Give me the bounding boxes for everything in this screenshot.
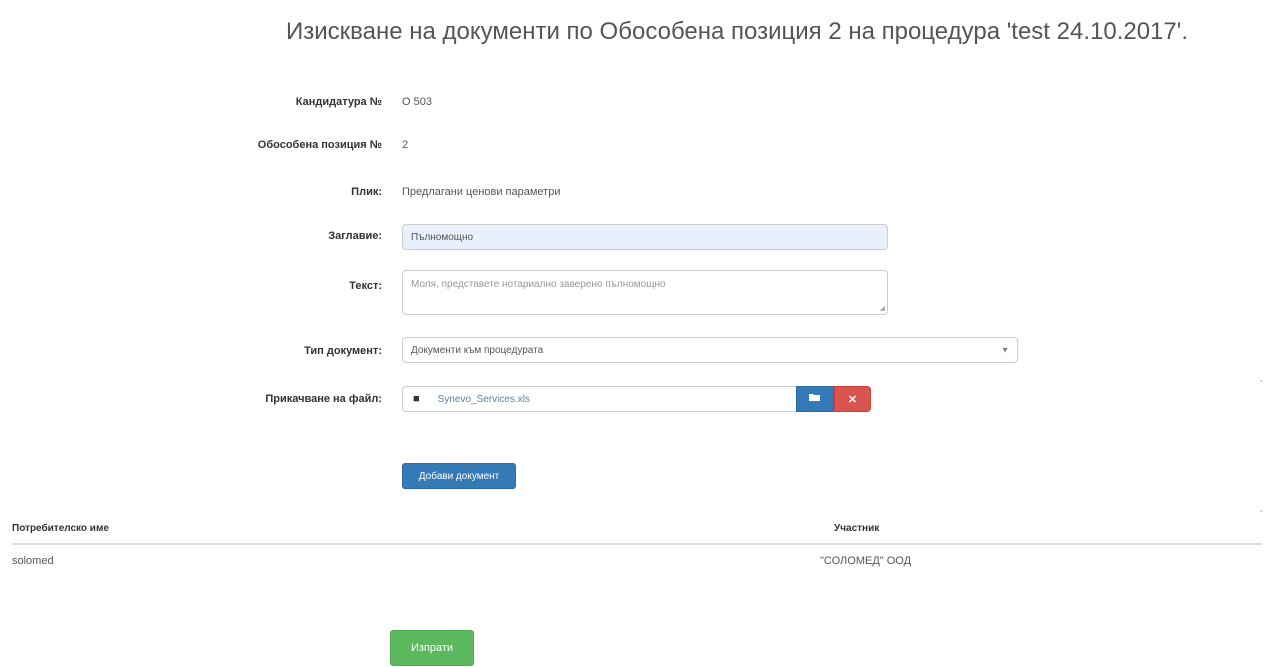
lot-value: 2: [402, 139, 409, 151]
page-title: Изискване на документи по Обособена пози…: [286, 18, 1189, 45]
text-textarea[interactable]: Моля, представете нотариално заверено пъ…: [402, 270, 888, 315]
edge-divider: [1260, 380, 1263, 382]
file-name: Synevo_Services.xls: [437, 393, 530, 405]
candidacy-label: Кандидатура №: [295, 96, 382, 108]
title-label: Заглавие:: [328, 230, 382, 242]
envelope-label: Плик:: [351, 186, 382, 198]
page: Изискване на документи по Обособена пози…: [0, 0, 1265, 667]
add-document-button[interactable]: Добави документ: [402, 463, 516, 489]
doc-type-selected: Документи към процедурата: [411, 344, 544, 356]
browse-file-button[interactable]: [796, 386, 834, 412]
close-icon: ✕: [847, 393, 858, 406]
table-header: Потребителско име Участник: [12, 517, 1262, 545]
lot-label: Обособена позиция №: [257, 139, 382, 151]
table-row: solomed "СОЛОМЕД" ООД: [12, 545, 1262, 577]
send-button[interactable]: Изпрати: [390, 630, 474, 666]
title-input[interactable]: Пълномощно: [402, 224, 888, 250]
file-icon: ■: [413, 393, 420, 405]
envelope-value: Предлагани ценови параметри: [402, 186, 561, 198]
folder-icon: [809, 393, 821, 405]
column-header-participant: Участник: [834, 523, 880, 534]
title-input-value: Пълномощно: [411, 231, 474, 243]
chevron-down-icon: ▼: [1001, 345, 1009, 355]
remove-file-button[interactable]: ✕: [834, 386, 871, 412]
resize-grip-icon[interactable]: ◢: [880, 305, 885, 312]
text-textarea-value: Моля, представете нотариално заверено пъ…: [411, 279, 666, 290]
doc-type-label: Тип документ:: [304, 345, 382, 357]
candidacy-value: О 503: [402, 96, 432, 108]
cell-participant: "СОЛОМЕД" ООД: [820, 555, 912, 567]
text-label: Текст:: [349, 280, 382, 292]
edge-divider: [1260, 510, 1263, 512]
file-display[interactable]: ■ Synevo_Services.xls: [402, 386, 796, 412]
column-header-username: Потребителско име: [12, 523, 109, 534]
attachment-label: Прикачване на файл:: [265, 393, 382, 405]
cell-username: solomed: [12, 555, 54, 567]
doc-type-select[interactable]: Документи към процедурата ▼: [402, 337, 1018, 363]
